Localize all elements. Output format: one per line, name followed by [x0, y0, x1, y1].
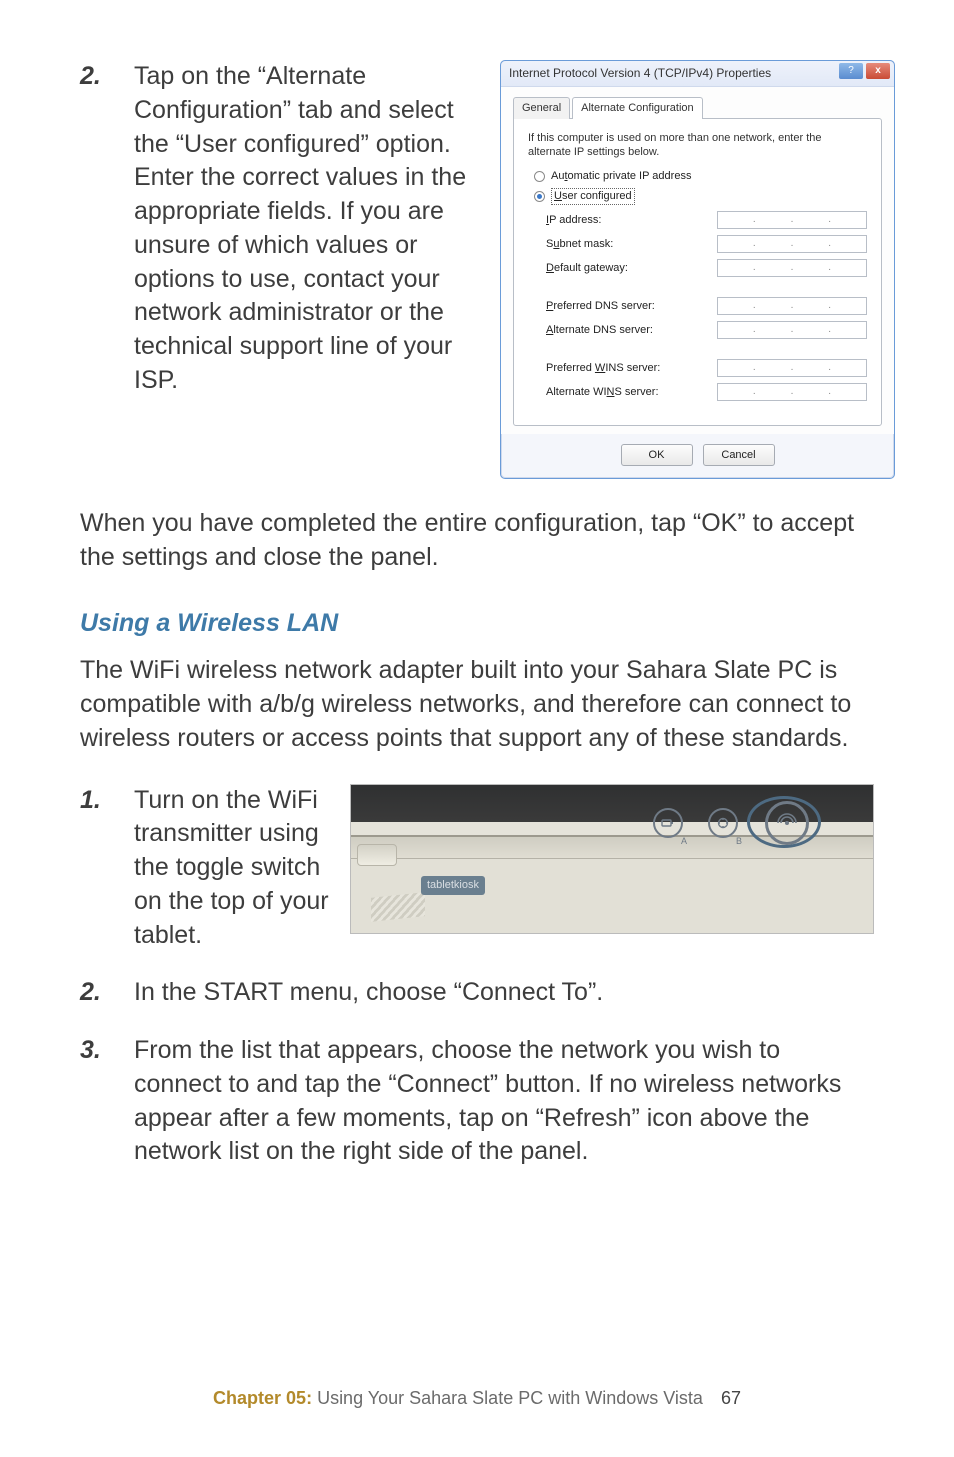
brand-label: tabletkiosk: [421, 876, 485, 895]
alternate-dns-input[interactable]: ...: [717, 321, 867, 339]
field-ip-address: IP address: ...: [546, 211, 867, 229]
tab-general[interactable]: General: [513, 97, 570, 119]
radio-automatic[interactable]: Automatic private IP address: [534, 169, 867, 184]
wifi-step-1-text: Turn on the WiFi transmitter using the t…: [134, 784, 330, 953]
tab-panel: If this computer is used on more than on…: [513, 118, 882, 426]
footer-chapter: Chapter 05:: [213, 1388, 312, 1408]
radio-icon: [534, 171, 545, 182]
page-footer: Chapter 05: Using Your Sahara Slate PC w…: [0, 1388, 954, 1409]
tablet-top-photo: tabletkiosk A B: [350, 784, 874, 934]
wifi-step-3-block: 3. From the list that appears, choose th…: [80, 1034, 874, 1169]
field-default-gateway: Default gateway: ...: [546, 259, 867, 277]
preferred-wins-input[interactable]: ...: [717, 359, 867, 377]
ip-address-input[interactable]: ...: [717, 211, 867, 229]
tab-strip: General Alternate Configuration: [513, 97, 882, 119]
wifi-step-2-number: 2.: [80, 976, 134, 1010]
dialog-hint: If this computer is used on more than on…: [528, 131, 867, 160]
wifi-step-2-text: In the START menu, choose “Connect To”.: [134, 976, 874, 1010]
indicator-icon: [708, 808, 738, 838]
wifi-step-3-text: From the list that appears, choose the n…: [134, 1034, 874, 1169]
wifi-step-1-number: 1.: [80, 784, 134, 953]
wifi-step-3-number: 3.: [80, 1034, 134, 1068]
wifi-step-1-block: 1. Turn on the WiFi transmitter using th…: [80, 784, 874, 953]
dialog-titlebar: Internet Protocol Version 4 (TCP/IPv4) P…: [501, 61, 894, 87]
preferred-dns-input[interactable]: ...: [717, 297, 867, 315]
page-content: 2. Tap on the “Alternate Configuration” …: [80, 60, 874, 1169]
wifi-toggle-icon: [765, 801, 809, 845]
dialog-title: Internet Protocol Version 4 (TCP/IPv4) P…: [509, 65, 771, 81]
subnet-mask-input[interactable]: ...: [717, 235, 867, 253]
tab-alternate-configuration[interactable]: Alternate Configuration: [572, 97, 703, 119]
cancel-button[interactable]: Cancel: [703, 444, 775, 466]
footer-page-number: 67: [721, 1388, 741, 1408]
radio-icon: [534, 191, 545, 202]
alternate-wins-input[interactable]: ...: [717, 383, 867, 401]
wifi-intro-paragraph: The WiFi wireless network adapter built …: [80, 654, 874, 755]
wifi-step-2-block: 2. In the START menu, choose “Connect To…: [80, 976, 874, 1010]
footer-title: Using Your Sahara Slate PC with Windows …: [312, 1388, 703, 1408]
close-icon[interactable]: x: [866, 63, 890, 79]
field-alternate-dns: Alternate DNS server: ...: [546, 321, 867, 339]
subheading-wireless-lan: Using a Wireless LAN: [80, 607, 874, 641]
ipv4-properties-dialog: Internet Protocol Version 4 (TCP/IPv4) P…: [500, 60, 895, 479]
indicator-icon: [653, 808, 683, 838]
ok-button[interactable]: OK: [621, 444, 693, 466]
step-2-block: 2. Tap on the “Alternate Configuration” …: [80, 60, 874, 479]
step-2-text: Tap on the “Alternate Configuration” tab…: [134, 60, 480, 479]
field-alternate-wins: Alternate WINS server: ...: [546, 383, 867, 401]
field-preferred-dns: Preferred DNS server: ...: [546, 297, 867, 315]
field-subnet-mask: Subnet mask: ...: [546, 235, 867, 253]
completion-paragraph: When you have completed the entire confi…: [80, 507, 874, 575]
step-2-number: 2.: [80, 60, 134, 479]
radio-user-configured[interactable]: User configured: [534, 188, 867, 205]
default-gateway-input[interactable]: ...: [717, 259, 867, 277]
help-icon[interactable]: ?: [839, 63, 863, 79]
field-preferred-wins: Preferred WINS server: ...: [546, 359, 867, 377]
